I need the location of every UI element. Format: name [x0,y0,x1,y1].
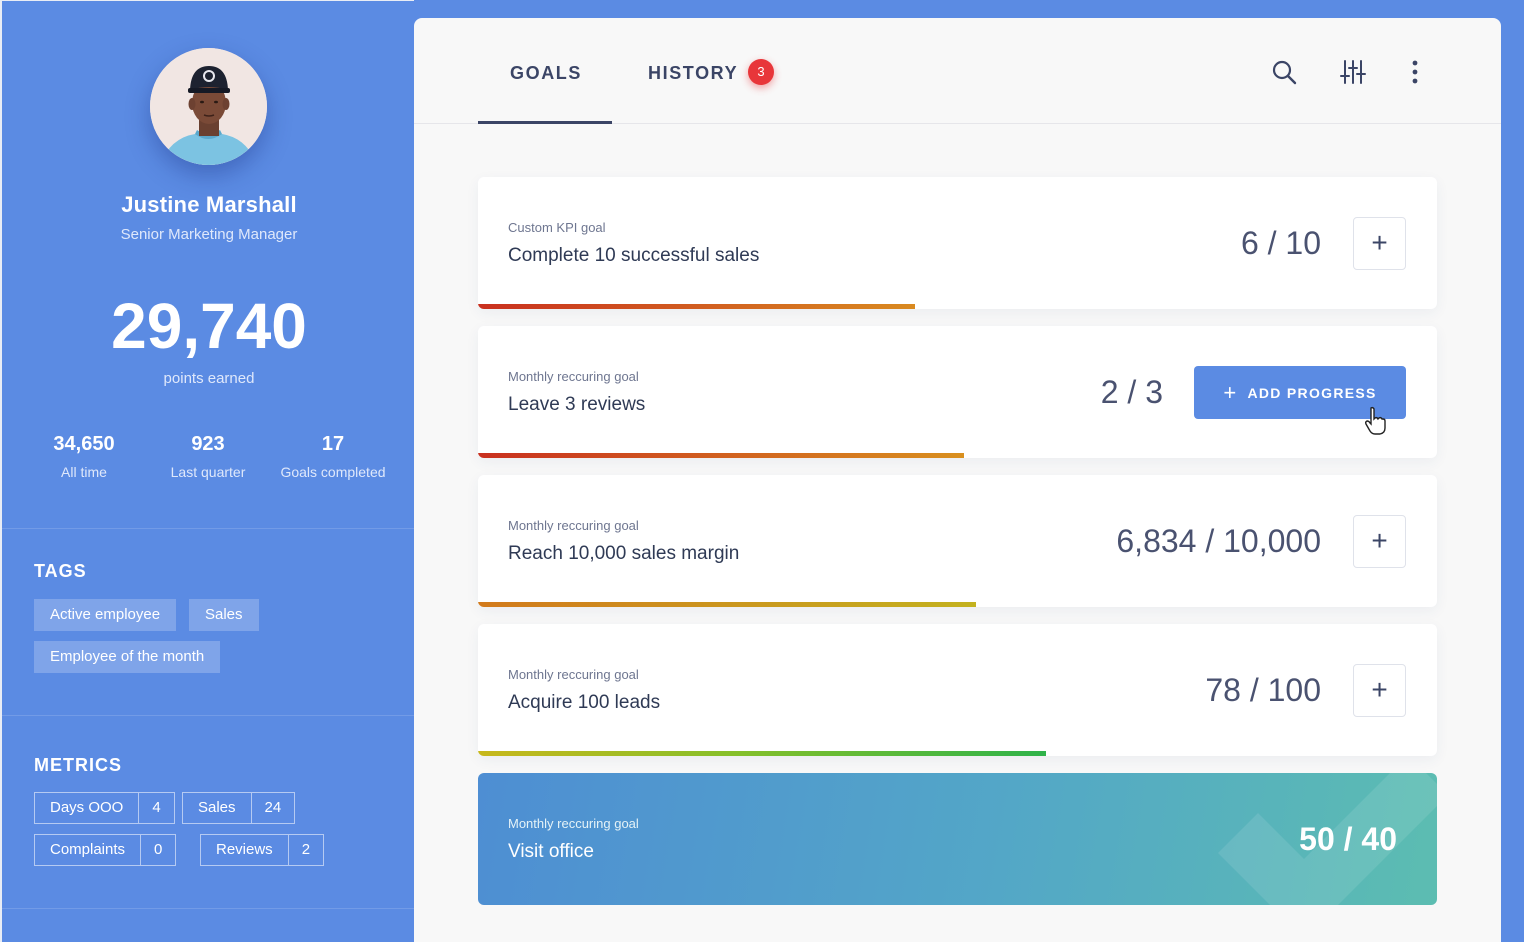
stat-label: Goals completed [280,464,386,480]
metric-days-ooo: Days OOO 4 [34,792,175,824]
add-progress-label: ADD PROGRESS [1247,385,1377,401]
metric-value: 0 [140,835,175,865]
divider [2,715,416,716]
profile-sidebar: Justine Marshall Senior Marketing Manage… [0,0,416,942]
user-role: Senior Marketing Manager [120,226,298,243]
goal-title: Acquire 100 leads [508,692,661,713]
metric-reviews: Reviews 2 [200,834,325,866]
stat-value: 17 [321,433,345,455]
stat-label: All time [61,464,107,480]
goal-card: Monthly reccuring goal Acquire 100 leads… [478,624,1437,756]
goal-progress-bar [478,751,1047,756]
metric-label: Complaints [50,841,126,858]
avatar-image [150,48,267,165]
goal-type: Custom KPI goal [508,220,606,235]
metric-value: 4 [138,793,173,823]
goal-count: 2 / 3 [1100,374,1163,410]
filter-sliders-icon[interactable] [1339,58,1367,86]
goal-count: 78 / 100 [1205,672,1321,708]
tag-active-employee[interactable]: Active employee [34,599,177,631]
points-total: 29,740 [111,290,307,362]
tag-sales[interactable]: Sales [189,599,259,631]
tab-goals[interactable]: GOALS [510,63,582,84]
points-label: points earned [163,370,255,387]
add-progress-button[interactable]: + [1353,515,1406,568]
goal-title: Leave 3 reviews [508,394,646,415]
goal-card-completed: Monthly reccuring goal Visit office 50 /… [478,773,1437,905]
stat-last-quarter: 923 Last quarter [138,433,278,480]
divider [2,908,416,909]
goal-card: Monthly reccuring goal Reach 10,000 sale… [478,475,1437,607]
goal-progress-bar [478,304,916,309]
stat-value: 34,650 [53,433,115,455]
active-tab-indicator [478,121,612,124]
add-progress-button[interactable]: + [1353,217,1406,270]
metric-value: 2 [287,835,323,865]
tab-history[interactable]: HISTORY [648,63,738,84]
goal-title: Complete 10 successful sales [508,245,760,266]
metric-label: Days OOO [50,799,124,816]
goal-card: Monthly reccuring goal Leave 3 reviews 2… [478,326,1437,458]
goal-progress-bar [478,453,965,458]
divider [2,528,416,529]
goal-progress-bar [478,602,977,607]
metric-value: 24 [250,793,295,823]
hand-pointer-icon [1364,406,1386,435]
plus-icon: + [1223,380,1238,405]
goal-card: Custom KPI goal Complete 10 successful s… [478,177,1437,309]
user-name: Justine Marshall [121,192,297,217]
metrics-title: METRICS [34,755,122,775]
stat-all-time: 34,650 All time [14,433,154,480]
goal-type: Monthly reccuring goal [508,369,639,384]
add-progress-button[interactable]: + [1353,664,1406,717]
stat-goals-completed: 17 Goals completed [263,433,403,480]
metric-label: Sales [198,799,236,816]
goal-count: 6,834 / 10,000 [1116,523,1321,559]
search-icon[interactable] [1270,58,1298,86]
goal-title: Reach 10,000 sales margin [508,543,740,564]
more-vertical-icon[interactable] [1401,58,1429,86]
tab-bar: GOALS HISTORY 3 [414,18,1501,124]
goal-title: Visit office [508,841,594,862]
tag-employee-of-month[interactable]: Employee of the month [34,641,221,673]
metric-sales: Sales 24 [182,792,296,824]
goal-type: Monthly reccuring goal [508,518,639,533]
goal-count: 50 / 40 [1299,821,1397,857]
stat-label: Last quarter [170,464,246,480]
goal-type: Monthly reccuring goal [508,816,639,831]
goal-count: 6 / 10 [1240,225,1321,261]
metric-complaints: Complaints 0 [34,834,177,866]
avatar[interactable] [150,48,267,165]
goals-panel: GOALS HISTORY 3 Custom KPI goal Complete… [414,18,1501,942]
tags-title: TAGS [34,561,87,581]
goal-type: Monthly reccuring goal [508,667,639,682]
metric-label: Reviews [216,841,273,858]
stat-value: 923 [191,433,225,455]
history-count-badge: 3 [748,59,774,85]
